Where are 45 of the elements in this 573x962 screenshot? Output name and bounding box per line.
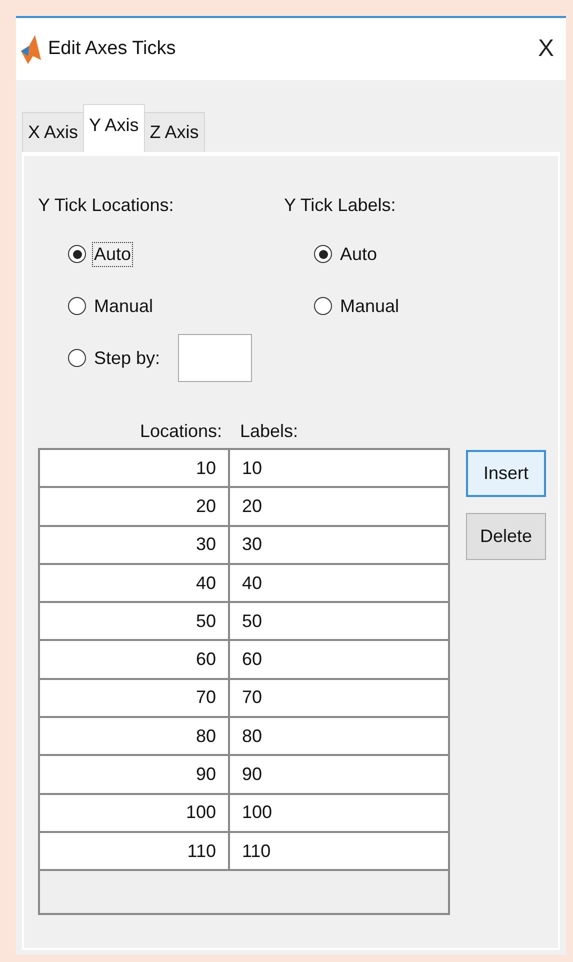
radio-label: Manual [339, 294, 400, 318]
window-title: Edit Axes Ticks [48, 38, 177, 60]
table-cell[interactable]: 100 [230, 794, 448, 831]
axis-tab[interactable]: Z Axis [144, 112, 205, 152]
table-cell[interactable]: 110 [40, 832, 230, 870]
radio-label: Step by: [93, 346, 162, 370]
table-cell[interactable]: 60 [40, 641, 230, 678]
column-header: Locations: [138, 420, 223, 442]
radio-button[interactable] [68, 297, 86, 315]
delete-button[interactable]: Delete [466, 513, 546, 560]
table-cell[interactable]: 40 [230, 564, 448, 602]
column-header: Labels: [239, 420, 300, 442]
axis-tab[interactable]: X Axis [22, 112, 84, 152]
table-cell[interactable]: 50 [230, 603, 448, 640]
table-cell[interactable]: 80 [40, 718, 230, 754]
table-cell[interactable]: 90 [40, 756, 230, 793]
radio-label: Auto [339, 242, 378, 266]
radio-label: Manual [93, 294, 154, 318]
table-cell[interactable]: 70 [40, 680, 230, 716]
table-cell[interactable]: 30 [40, 526, 230, 563]
radio-label: Auto [92, 242, 134, 266]
radio-button[interactable] [68, 245, 86, 263]
table-cell[interactable]: 10 [230, 450, 448, 486]
table-cell[interactable]: 40 [40, 564, 230, 602]
table-cell[interactable]: 110 [230, 832, 448, 870]
table-cell[interactable]: 30 [230, 526, 448, 563]
table-cell[interactable]: 20 [40, 488, 230, 525]
app-logo-icon [20, 34, 42, 64]
radio-button[interactable] [314, 245, 332, 263]
table-cell[interactable]: 80 [230, 718, 448, 754]
group-heading: Y Tick Locations: [38, 194, 175, 216]
table-cell[interactable]: 100 [40, 794, 230, 831]
table-cell[interactable]: 20 [230, 488, 448, 525]
axis-tab[interactable]: Y Axis [83, 104, 145, 152]
group-heading: Y Tick Labels: [284, 194, 397, 216]
radio-button[interactable] [314, 297, 332, 315]
insert-button[interactable]: Insert [466, 450, 546, 497]
table-cell[interactable]: 50 [40, 603, 230, 640]
table-cell[interactable]: 70 [230, 680, 448, 716]
radio-button[interactable] [68, 349, 86, 367]
table-cell[interactable]: 60 [230, 641, 448, 678]
close-button[interactable]: X [534, 35, 558, 63]
table-cell[interactable]: 10 [40, 450, 230, 486]
step-input-field[interactable] [178, 334, 252, 382]
table-cell[interactable]: 90 [230, 756, 448, 793]
